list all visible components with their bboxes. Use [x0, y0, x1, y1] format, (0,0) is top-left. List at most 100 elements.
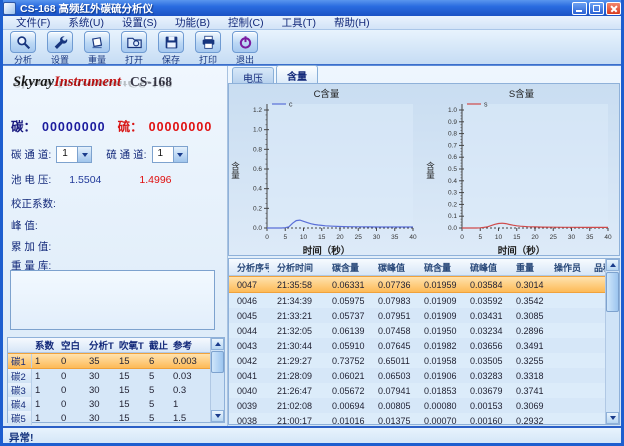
results-col-header[interactable]: 硫峰值	[462, 261, 508, 274]
svg-text:15: 15	[318, 234, 326, 241]
scroll-thumb[interactable]	[606, 272, 619, 312]
menu-item-2[interactable]: 设置(S)	[113, 15, 166, 30]
results-col-header[interactable]: 分析序号	[229, 261, 269, 274]
cell: 0.03656	[462, 341, 508, 351]
y-axis-label: 含量	[425, 162, 436, 180]
accumulated-value-label: 累 加 值:	[11, 239, 51, 254]
results-col-header[interactable]: 碳峰值	[370, 261, 416, 274]
params-col-header: 吹氧T	[116, 338, 146, 352]
cell: 0.03283	[462, 371, 508, 381]
print-button[interactable]: 打印	[191, 31, 225, 66]
scroll-up-icon[interactable]	[211, 338, 224, 350]
svg-text:0.0: 0.0	[253, 225, 262, 232]
table-row[interactable]: 004121:28:090.060210.065030.019060.03283…	[229, 368, 605, 383]
svg-text:35: 35	[586, 234, 594, 241]
weight-library-listbox[interactable]	[10, 270, 215, 330]
chart-carbon-content: C含量含量0.00.20.40.60.81.01.205101520253035…	[229, 84, 424, 255]
table-row[interactable]: 碳210301550.03	[8, 369, 210, 383]
cell: 0.3318	[508, 371, 546, 381]
scroll-down-icon[interactable]	[211, 410, 224, 422]
chevron-down-icon[interactable]	[77, 147, 91, 162]
results-col-header[interactable]: 碳含量	[324, 261, 370, 274]
table-row[interactable]: 004321:30:440.059100.076450.019820.03656…	[229, 338, 605, 353]
table-row[interactable]: 004221:29:270.737520.650110.019580.03505…	[229, 353, 605, 368]
minimize-icon	[576, 10, 582, 12]
table-row[interactable]: 004521:33:210.057370.079510.019090.03431…	[229, 308, 605, 323]
sulfur-channel-label: 硫 通 道:	[106, 147, 146, 162]
menu-item-0[interactable]: 文件(F)	[7, 15, 59, 30]
table-row[interactable]: 碳410301551	[8, 397, 210, 411]
cell: 碳3	[8, 383, 32, 397]
scroll-up-icon[interactable]	[606, 259, 619, 271]
cell: 21:29:27	[269, 356, 324, 366]
svg-text:1.0: 1.0	[448, 107, 457, 114]
exit-button[interactable]: 退出	[228, 31, 262, 66]
svg-text:0.6: 0.6	[448, 154, 457, 161]
content-tab[interactable]: 含量	[276, 65, 318, 83]
svg-text:20: 20	[336, 234, 344, 241]
table-row[interactable]: 碳510301551.5	[8, 411, 210, 425]
cell: 1	[32, 356, 58, 367]
results-col-header[interactable]: 硫含量	[416, 261, 462, 274]
menu-item-5[interactable]: 工具(T)	[273, 15, 325, 30]
open-button[interactable]: 打开	[117, 31, 151, 66]
results-scrollbar[interactable]	[605, 259, 619, 424]
svg-text:20: 20	[531, 234, 539, 241]
cell: 0.003	[170, 356, 204, 367]
table-row[interactable]: 003921:02:080.006940.008050.000800.00153…	[229, 398, 605, 413]
svg-text:15: 15	[513, 234, 521, 241]
left-panel: SkyrayInstrumentCS-168 SkyrayInstrumentC…	[3, 66, 228, 426]
cell: 35	[86, 356, 116, 367]
results-col-header[interactable]: 重量	[508, 261, 546, 274]
table-row[interactable]: 003821:00:170.010160.013750.000700.00160…	[229, 413, 605, 424]
carbon-channel-select[interactable]: 1	[56, 146, 92, 163]
scroll-down-icon[interactable]	[606, 412, 619, 424]
params-scrollbar[interactable]	[210, 338, 224, 422]
cell: 0.06331	[324, 280, 370, 290]
params-header-row: 系数空白分析T吹氧T截止参考	[8, 338, 210, 353]
cell: 0.00070	[416, 416, 462, 425]
menu-item-4[interactable]: 控制(C)	[219, 15, 273, 30]
table-row[interactable]: 004721:35:580.063310.077360.019590.03584…	[229, 276, 605, 293]
chart-sulfur-content: S含量含量0.00.10.20.30.40.50.60.70.80.91.005…	[424, 84, 619, 255]
voltage-tab[interactable]: 电压	[232, 67, 274, 83]
scroll-thumb[interactable]	[211, 351, 224, 373]
results-col-header[interactable]: 操作员	[546, 261, 586, 274]
maximize-button[interactable]	[589, 2, 604, 15]
cell: 0.01375	[370, 416, 416, 425]
results-col-header[interactable]: 分析时间	[269, 261, 324, 274]
save-button[interactable]: 保存	[154, 31, 188, 66]
analyze-button[interactable]: 分析	[6, 31, 40, 66]
cell: 0	[58, 371, 86, 382]
cell: 15	[116, 385, 146, 396]
menu-item-3[interactable]: 功能(B)	[166, 15, 219, 30]
table-row[interactable]: 碳110351560.003	[8, 353, 210, 369]
cell: 0.3	[170, 385, 204, 396]
sulfur-channel-select[interactable]: 1	[152, 146, 188, 163]
table-row[interactable]: 004021:26:470.056720.079410.018530.03679…	[229, 383, 605, 398]
menu-item-1[interactable]: 系统(U)	[59, 15, 113, 30]
table-row[interactable]: 004621:34:390.059750.079830.019090.03592…	[229, 293, 605, 308]
params-col-header: 系数	[32, 338, 58, 352]
close-button[interactable]	[606, 2, 621, 15]
cell: 0.03431	[462, 311, 508, 321]
cell: 0.2896	[508, 326, 546, 336]
svg-text:0.1: 0.1	[448, 213, 457, 220]
chevron-down-icon[interactable]	[173, 147, 187, 162]
table-row[interactable]: 004421:32:050.061390.074580.019500.03234…	[229, 323, 605, 338]
title-bar[interactable]: CS-168 高频红外碳硫分析仪	[0, 0, 624, 16]
settings-button[interactable]: 设置	[43, 31, 77, 66]
menu-item-6[interactable]: 帮助(H)	[325, 15, 379, 30]
results-col-header[interactable]: 品种	[586, 261, 605, 274]
cell: 0.05910	[324, 341, 370, 351]
cell: 0.00805	[370, 401, 416, 411]
cell: 0.03679	[462, 386, 508, 396]
params-col-header: 参考	[170, 338, 204, 352]
table-row[interactable]: 碳310301550.3	[8, 383, 210, 397]
minimize-button[interactable]	[572, 2, 587, 15]
svg-text:0.2: 0.2	[253, 205, 262, 212]
cell: 0.00153	[462, 401, 508, 411]
params-grid: 系数空白分析T吹氧T截止参考碳110351560.003碳210301550.0…	[8, 338, 210, 422]
weight-button[interactable]: 重量	[80, 31, 114, 66]
svg-text:40: 40	[409, 234, 417, 241]
